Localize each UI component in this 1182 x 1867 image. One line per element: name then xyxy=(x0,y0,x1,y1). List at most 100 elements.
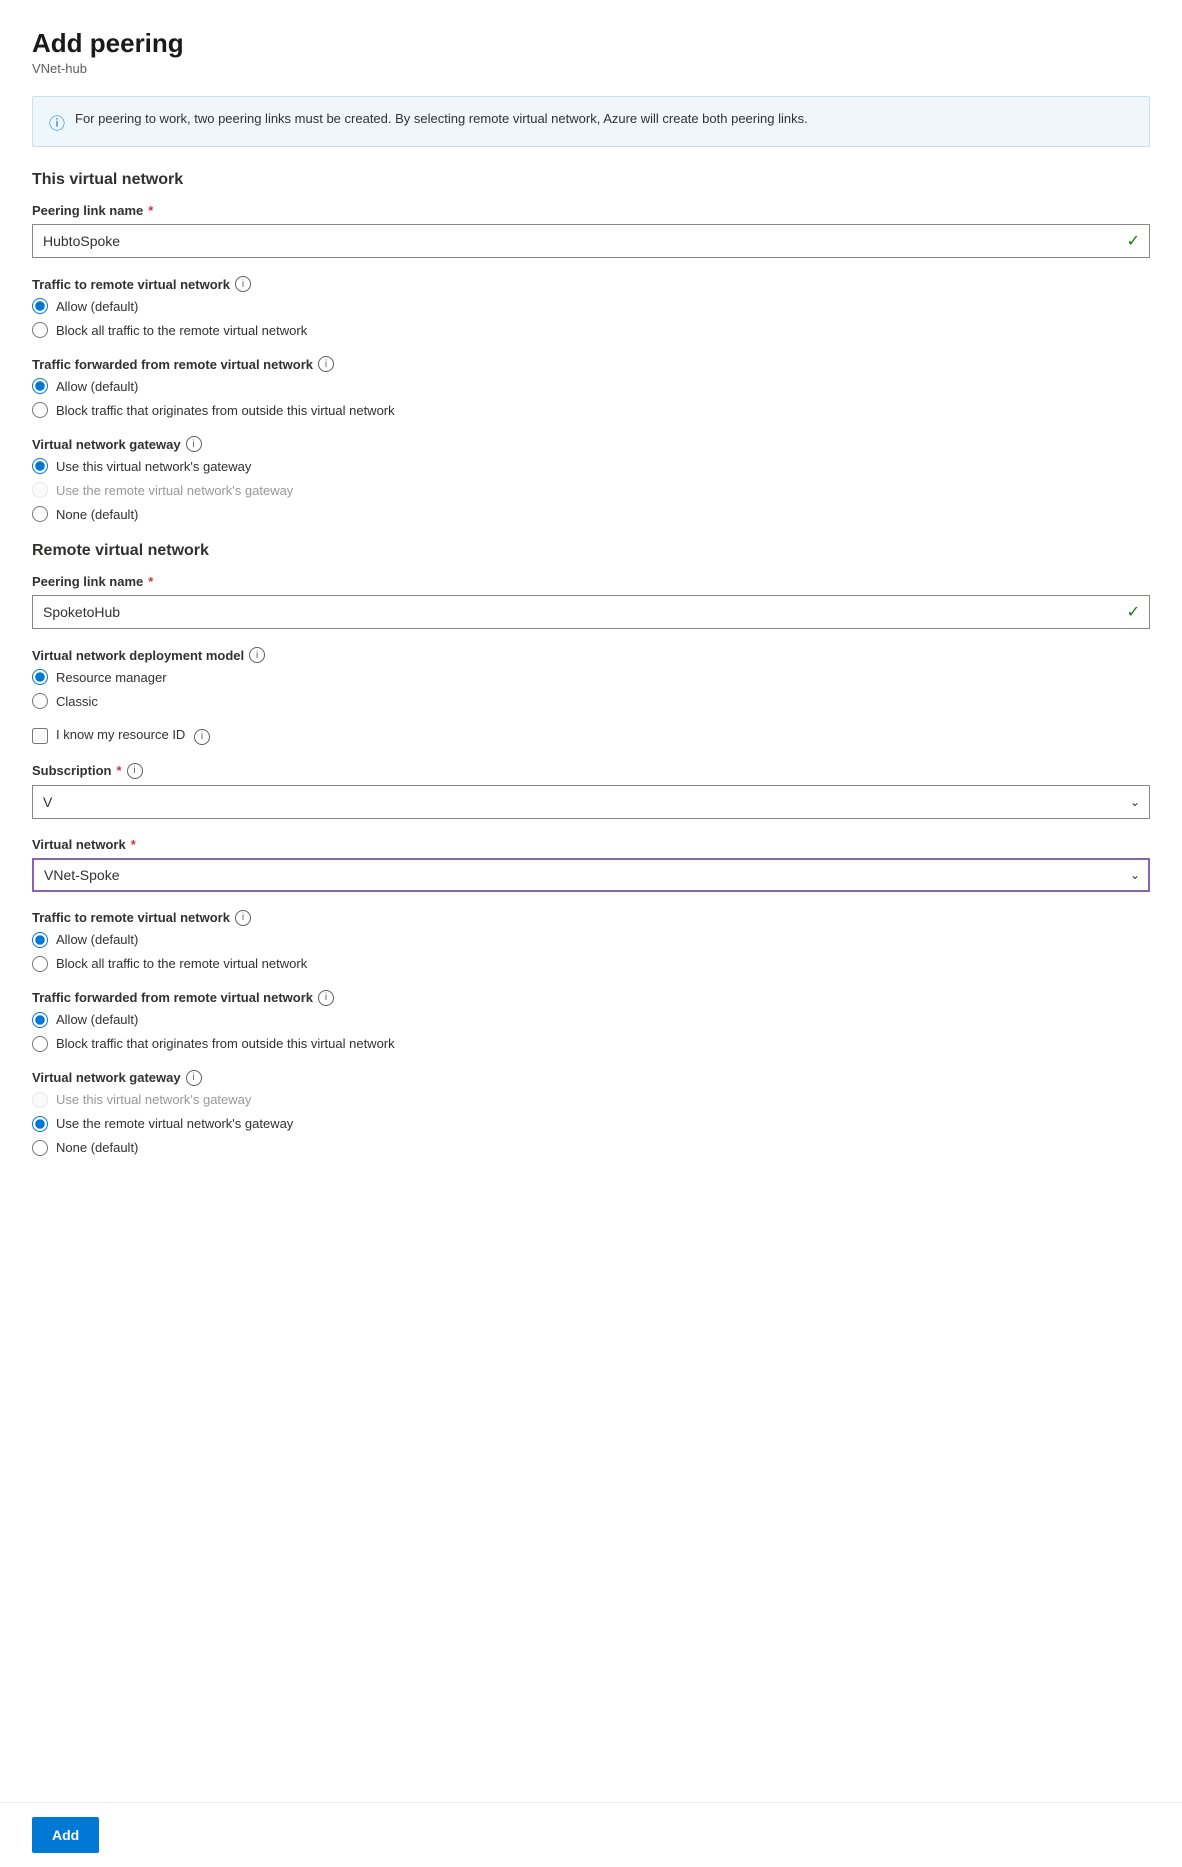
info-banner-text: For peering to work, two peering links m… xyxy=(75,109,808,129)
this-gateway-info-icon: i xyxy=(186,436,202,452)
this-forwarded-allow-label: Allow (default) xyxy=(56,379,138,394)
this-peering-link-input-wrapper: ✓ xyxy=(32,224,1150,258)
this-gateway-radio-group: Use this virtual network's gateway Use t… xyxy=(32,458,1150,522)
this-gateway-use-this-option[interactable]: Use this virtual network's gateway xyxy=(32,458,1150,474)
remote-deployment-resource-manager-label: Resource manager xyxy=(56,670,167,685)
footer-bar: Add xyxy=(0,1802,1182,1867)
remote-deployment-model-group: Virtual network deployment model i Resou… xyxy=(32,647,1150,709)
remote-gateway-use-this-radio xyxy=(32,1092,48,1108)
remote-deployment-model-label: Virtual network deployment model i xyxy=(32,647,1150,663)
remote-traffic-to-remote-group: Traffic to remote virtual network i Allo… xyxy=(32,910,1150,972)
this-forwarded-allow-radio[interactable] xyxy=(32,378,48,394)
remote-resource-id-group: I know my resource ID i xyxy=(32,727,1150,745)
remote-traffic-forwarded-group: Traffic forwarded from remote virtual ne… xyxy=(32,990,1150,1052)
remote-peering-link-name-input[interactable] xyxy=(32,595,1150,629)
this-traffic-block-option[interactable]: Block all traffic to the remote virtual … xyxy=(32,322,1150,338)
this-traffic-to-remote-radio-group: Allow (default) Block all traffic to the… xyxy=(32,298,1150,338)
info-banner: ⓘ For peering to work, two peering links… xyxy=(32,96,1150,147)
remote-forwarded-allow-radio[interactable] xyxy=(32,1012,48,1028)
this-traffic-block-label: Block all traffic to the remote virtual … xyxy=(56,323,307,338)
remote-forwarded-allow-option[interactable]: Allow (default) xyxy=(32,1012,1150,1028)
remote-resource-id-info-icon: i xyxy=(194,729,210,745)
remote-traffic-block-radio[interactable] xyxy=(32,956,48,972)
remote-virtual-network-label: Virtual network * xyxy=(32,837,1150,852)
remote-forwarded-block-radio[interactable] xyxy=(32,1036,48,1052)
this-traffic-to-remote-group: Traffic to remote virtual network i Allo… xyxy=(32,276,1150,338)
remote-resource-id-checkbox[interactable] xyxy=(32,728,48,744)
remote-traffic-to-remote-label: Traffic to remote virtual network i xyxy=(32,910,1150,926)
remote-peering-link-input-wrapper: ✓ xyxy=(32,595,1150,629)
this-forwarded-block-radio[interactable] xyxy=(32,402,48,418)
this-traffic-allow-option[interactable]: Allow (default) xyxy=(32,298,1150,314)
remote-forwarded-block-option[interactable]: Block traffic that originates from outsi… xyxy=(32,1036,1150,1052)
this-forwarded-block-label: Block traffic that originates from outsi… xyxy=(56,403,395,418)
info-icon: ⓘ xyxy=(49,110,65,134)
this-gateway-none-radio[interactable] xyxy=(32,506,48,522)
remote-traffic-to-remote-radio-group: Allow (default) Block all traffic to the… xyxy=(32,932,1150,972)
this-gateway-use-this-label: Use this virtual network's gateway xyxy=(56,459,251,474)
this-virtual-network-section: This virtual network Peering link name *… xyxy=(32,171,1150,522)
this-vnet-section-title: This virtual network xyxy=(32,171,1150,189)
remote-traffic-allow-label: Allow (default) xyxy=(56,932,138,947)
remote-traffic-block-label: Block all traffic to the remote virtual … xyxy=(56,956,307,971)
remote-forwarded-block-label: Block traffic that originates from outsi… xyxy=(56,1036,395,1051)
remote-gateway-label: Virtual network gateway i xyxy=(32,1070,1150,1086)
remote-traffic-block-option[interactable]: Block all traffic to the remote virtual … xyxy=(32,956,1150,972)
remote-vnet-section-title: Remote virtual network xyxy=(32,542,1150,560)
remote-gateway-none-option[interactable]: None (default) xyxy=(32,1140,1150,1156)
this-traffic-to-remote-info-icon: i xyxy=(235,276,251,292)
remote-gateway-use-this-label: Use this virtual network's gateway xyxy=(56,1092,251,1107)
remote-traffic-allow-radio[interactable] xyxy=(32,932,48,948)
remote-subscription-info-icon: i xyxy=(127,763,143,779)
remote-gateway-none-radio[interactable] xyxy=(32,1140,48,1156)
page-title: Add peering xyxy=(32,28,1150,59)
remote-gateway-radio-group: Use this virtual network's gateway Use t… xyxy=(32,1092,1150,1156)
this-peering-link-name-label: Peering link name * xyxy=(32,203,1150,218)
this-traffic-allow-label: Allow (default) xyxy=(56,299,138,314)
remote-gateway-use-this-option: Use this virtual network's gateway xyxy=(32,1092,1150,1108)
remote-deployment-resource-manager-option[interactable]: Resource manager xyxy=(32,669,1150,685)
this-traffic-forwarded-group: Traffic forwarded from remote virtual ne… xyxy=(32,356,1150,418)
add-button[interactable]: Add xyxy=(32,1817,99,1853)
remote-subscription-select[interactable]: V xyxy=(32,785,1150,819)
this-forwarded-block-option[interactable]: Block traffic that originates from outsi… xyxy=(32,402,1150,418)
remote-traffic-allow-option[interactable]: Allow (default) xyxy=(32,932,1150,948)
this-traffic-forwarded-radio-group: Allow (default) Block traffic that origi… xyxy=(32,378,1150,418)
this-traffic-forwarded-label: Traffic forwarded from remote virtual ne… xyxy=(32,356,1150,372)
remote-deployment-classic-label: Classic xyxy=(56,694,98,709)
remote-gateway-none-label: None (default) xyxy=(56,1140,138,1155)
remote-gateway-use-remote-option[interactable]: Use the remote virtual network's gateway xyxy=(32,1116,1150,1132)
page-container: Add peering VNet-hub ⓘ For peering to wo… xyxy=(0,0,1182,1867)
remote-gateway-use-remote-label: Use the remote virtual network's gateway xyxy=(56,1116,293,1131)
remote-deployment-classic-radio[interactable] xyxy=(32,693,48,709)
remote-required-asterisk: * xyxy=(148,574,153,589)
remote-gateway-info-icon: i xyxy=(186,1070,202,1086)
remote-resource-id-checkbox-group: I know my resource ID i xyxy=(32,727,1150,745)
this-gateway-none-option[interactable]: None (default) xyxy=(32,506,1150,522)
remote-forwarded-allow-label: Allow (default) xyxy=(56,1012,138,1027)
remote-deployment-resource-manager-radio[interactable] xyxy=(32,669,48,685)
remote-vnet-required: * xyxy=(131,837,136,852)
this-traffic-block-radio[interactable] xyxy=(32,322,48,338)
this-peering-link-name-group: Peering link name * ✓ xyxy=(32,203,1150,258)
remote-subscription-select-wrapper: V ⌄ xyxy=(32,785,1150,819)
remote-virtual-network-select[interactable]: VNet-Spoke xyxy=(32,858,1150,892)
required-asterisk: * xyxy=(148,203,153,218)
this-traffic-allow-radio[interactable] xyxy=(32,298,48,314)
this-gateway-use-remote-option: Use the remote virtual network's gateway xyxy=(32,482,1150,498)
remote-peering-link-name-group: Peering link name * ✓ xyxy=(32,574,1150,629)
remote-deployment-classic-option[interactable]: Classic xyxy=(32,693,1150,709)
this-forwarded-allow-option[interactable]: Allow (default) xyxy=(32,378,1150,394)
page-subtitle: VNet-hub xyxy=(32,61,1150,76)
remote-virtual-network-select-wrapper: VNet-Spoke ⌄ xyxy=(32,858,1150,892)
remote-gateway-group: Virtual network gateway i Use this virtu… xyxy=(32,1070,1150,1156)
remote-gateway-use-remote-radio[interactable] xyxy=(32,1116,48,1132)
remote-traffic-to-remote-info-icon: i xyxy=(235,910,251,926)
this-peering-link-name-input[interactable] xyxy=(32,224,1150,258)
this-traffic-forwarded-info-icon: i xyxy=(318,356,334,372)
remote-deployment-model-info-icon: i xyxy=(249,647,265,663)
remote-subscription-group: Subscription * i V ⌄ xyxy=(32,763,1150,819)
remote-traffic-forwarded-label: Traffic forwarded from remote virtual ne… xyxy=(32,990,1150,1006)
this-gateway-use-this-radio[interactable] xyxy=(32,458,48,474)
this-peering-link-check-icon: ✓ xyxy=(1127,231,1140,251)
